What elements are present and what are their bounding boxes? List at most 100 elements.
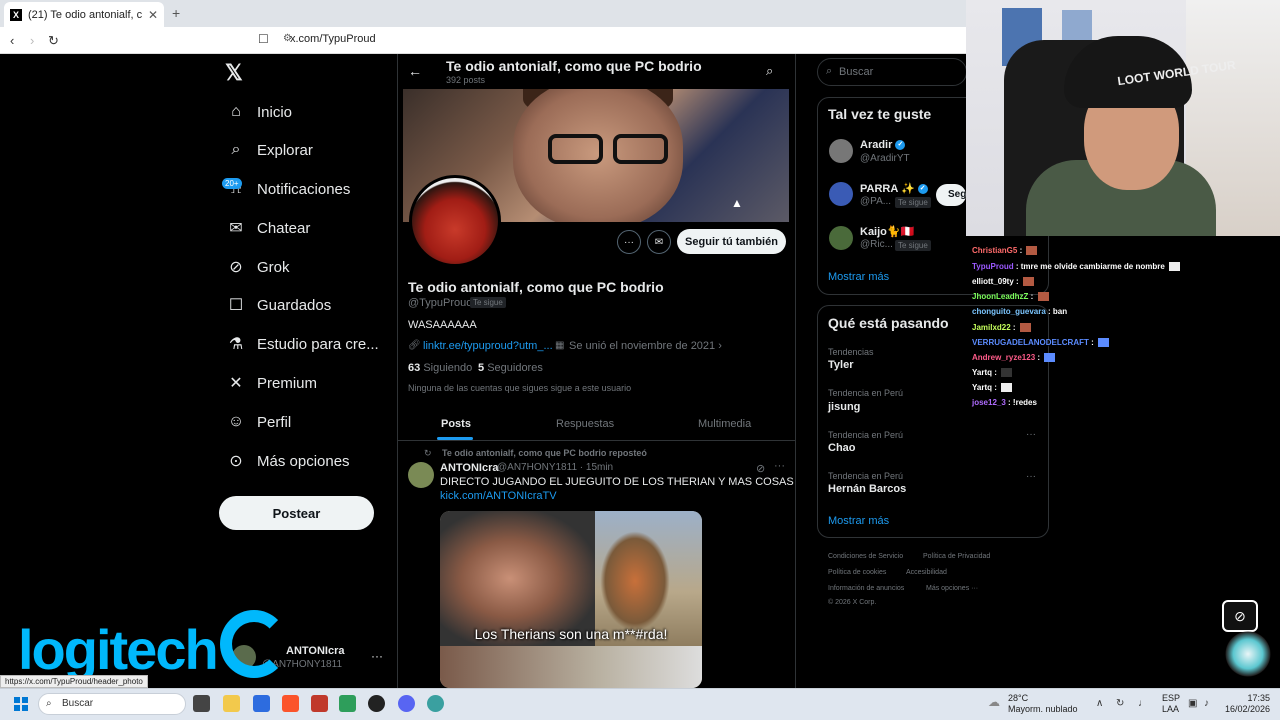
suggestion-avatar[interactable] <box>829 139 853 163</box>
footer-more-options[interactable]: Más opciones ··· <box>926 585 978 592</box>
tab-respuestas[interactable]: Respuestas <box>556 418 614 430</box>
profile-link[interactable]: linktr.ee/typuproud?utm_... <box>423 340 553 352</box>
post-button[interactable]: Postear <box>219 496 374 530</box>
suggestion-name[interactable]: Aradir ✓ <box>860 139 906 151</box>
tab-divider <box>398 440 795 441</box>
task-view-icon[interactable] <box>193 695 210 712</box>
trend-name[interactable]: Hernán Barcos <box>828 483 906 495</box>
footer-link-accessibility[interactable]: Accesibilidad <box>906 569 947 576</box>
suggestion-name[interactable]: PARRA ✨ ✓ <box>860 182 928 195</box>
spreadsheet-icon[interactable] <box>339 695 356 712</box>
brave-browser-icon[interactable] <box>282 695 299 712</box>
footer-link-ads[interactable]: Información de anuncios <box>828 585 904 592</box>
trend-more-icon[interactable]: ··· <box>1026 471 1036 482</box>
repost-note[interactable]: Te odio antonialf, como que PC bodrio re… <box>442 448 647 458</box>
trend-name[interactable]: Tyler <box>828 359 853 371</box>
status-bar-url: https://x.com/TypuProud/header_photo <box>0 675 148 688</box>
bookmark-page-icon[interactable]: ☐ <box>258 32 269 46</box>
following-count[interactable]: 63 Siguiendo <box>408 362 472 374</box>
back-icon[interactable]: ‹ <box>10 33 14 48</box>
tab-multimedia[interactable]: Multimedia <box>698 418 751 430</box>
nav-item-explorar[interactable]: ⌕ Explorar <box>227 135 313 165</box>
forward-icon[interactable]: › <box>30 33 34 48</box>
trend-more-icon[interactable]: ··· <box>1026 429 1036 440</box>
trend-name[interactable]: jisung <box>828 401 860 413</box>
nav-label: Premium <box>257 374 318 392</box>
windows-start-icon[interactable] <box>14 697 28 711</box>
studio-icon: ⚗ <box>228 336 244 353</box>
account-more-icon[interactable]: ··· <box>371 649 383 663</box>
reload-icon[interactable]: ↻ <box>48 33 59 49</box>
trends-show-more-link[interactable]: Mostrar más <box>828 515 889 527</box>
back-arrow-icon[interactable]: ← <box>408 63 422 79</box>
suggestion-avatar[interactable] <box>829 182 853 206</box>
app-icon[interactable] <box>311 695 328 712</box>
tab-posts[interactable]: Posts <box>441 418 471 430</box>
tweet-more-icon[interactable]: ··· <box>774 460 785 472</box>
nav-item-perfil[interactable]: ☺ Perfil <box>227 407 291 437</box>
network-icon[interactable]: ▣ <box>1188 698 1197 709</box>
message-button[interactable]: ✉ <box>647 230 671 254</box>
weather-temperature[interactable]: 28°C <box>1008 693 1028 703</box>
grok-icon[interactable]: ⊘ <box>756 462 765 475</box>
tweet-media[interactable] <box>440 511 702 688</box>
footer-copyright: © 2026 X Corp. <box>828 599 877 606</box>
profile-search-icon[interactable]: ⌕ <box>766 63 773 79</box>
profile-avatar[interactable] <box>409 175 501 267</box>
nav-item-estudio[interactable]: ⚗ Estudio para cre... <box>227 329 379 359</box>
chat-message: JhoonLeadhzZ : <box>972 292 1049 302</box>
trend-name[interactable]: Chao <box>828 442 856 454</box>
url-field[interactable]: x.com/TypuProud <box>290 33 376 45</box>
suggestion-avatar[interactable] <box>829 226 853 250</box>
chat-user: ChristianG5 <box>972 246 1018 255</box>
nav-item-grok[interactable]: ⊘ Grok <box>227 252 289 282</box>
chat-message: Yartq : <box>972 368 1013 378</box>
browser-tab[interactable]: X (21) Te odio antonialf, como que PC bo… <box>4 2 164 27</box>
footer-link-terms[interactable]: Condiciones de Servicio <box>828 553 903 560</box>
tweet-author[interactable]: ANTONIcra <box>440 462 498 474</box>
chevron-up-icon[interactable]: ∧ <box>1096 698 1103 709</box>
tray-app-icon[interactable]: ↻ <box>1116 698 1124 709</box>
volume-icon[interactable]: ♪ <box>1204 698 1209 709</box>
footer-link-privacy[interactable]: Política de Privacidad <box>923 553 990 560</box>
new-tab-button[interactable]: + <box>172 5 180 21</box>
show-more-link[interactable]: Mostrar más <box>828 271 889 283</box>
chat-user: VERRUGADELANODELCRAFT <box>972 338 1089 347</box>
chat-message: TypuProud : tmre me olvide cambiarme de … <box>972 262 1181 272</box>
suggestion-name[interactable]: Kaijo🐈🇵🇪 <box>860 225 914 238</box>
joined-date[interactable]: Se unió el noviembre de 2021 › <box>569 340 722 352</box>
language-indicator[interactable]: ESP <box>1162 693 1180 703</box>
tweet-avatar[interactable] <box>408 462 434 488</box>
followers-count[interactable]: 5 Seguidores <box>478 362 543 374</box>
trend-context: Tendencia en Perú <box>828 430 904 440</box>
nav-item-mas-opciones[interactable]: ⊙ Más opciones <box>227 446 349 476</box>
x-logo-icon[interactable]: 𝕏 <box>225 60 243 86</box>
footer-link-cookies[interactable]: Política de cookies <box>828 569 886 576</box>
microphone-icon[interactable]: ♩ <box>1138 698 1148 709</box>
taskbar-search-input[interactable] <box>38 693 186 715</box>
obs-icon[interactable] <box>368 695 385 712</box>
more-options-button[interactable]: ··· <box>617 230 641 254</box>
app-icon[interactable] <box>427 695 444 712</box>
follows-you-badge: Te sigue <box>895 197 931 208</box>
clock-time[interactable]: 17:35 <box>1230 693 1270 703</box>
chat-message: jose12_3 : !redes <box>972 398 1037 407</box>
chat-user: chonguito_guevara <box>972 307 1046 316</box>
discord-icon[interactable] <box>398 695 415 712</box>
close-tab-icon[interactable]: ✕ <box>148 8 158 22</box>
nav-item-inicio[interactable]: ⌂ Inicio <box>227 97 292 127</box>
nav-item-notificaciones[interactable]: ⍾Notificaciones <box>227 174 351 204</box>
follow-back-button[interactable]: Seguir tú también <box>677 229 786 254</box>
tweet-link[interactable]: kick.com/ANTONIcraTV <box>440 490 557 502</box>
nav-item-premium[interactable]: ✕ Premium <box>227 368 317 398</box>
file-explorer-icon[interactable] <box>223 695 240 712</box>
trend-context: Tendencias <box>828 347 874 357</box>
nav-item-guardados[interactable]: ☐ Guardados <box>227 290 331 320</box>
nav-item-chatear[interactable]: ✉ Chatear <box>227 213 310 243</box>
store-icon[interactable] <box>253 695 270 712</box>
link-icon: 🔗︎ <box>408 340 421 351</box>
account-name[interactable]: ANTONIcra <box>286 645 344 657</box>
mail-icon: ✉ <box>229 220 243 237</box>
follow-button[interactable]: Seguir <box>936 184 966 206</box>
chat-message: Yartq : <box>972 383 1013 393</box>
